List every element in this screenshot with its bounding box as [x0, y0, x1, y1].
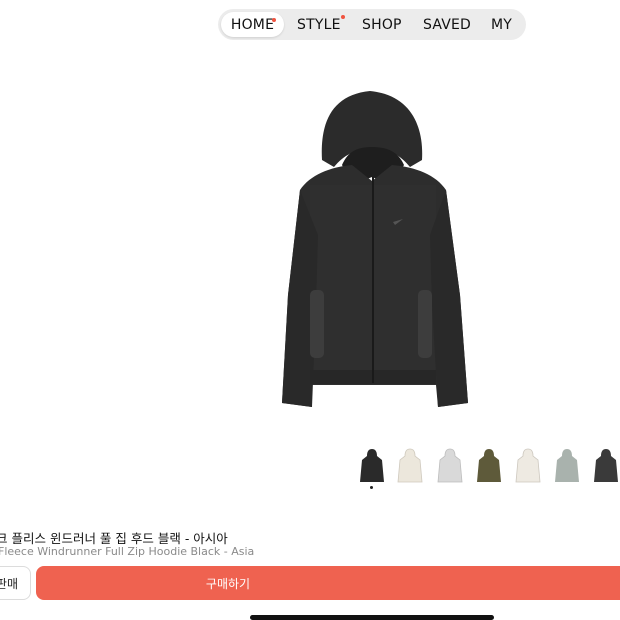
- tab-shop[interactable]: SHOP: [362, 9, 402, 40]
- tab-my-label: MY: [491, 16, 513, 33]
- black-hoodie-thumbnail[interactable]: [358, 448, 386, 484]
- tab-saved-label: SAVED: [423, 16, 472, 33]
- tab-shop-label: SHOP: [362, 16, 402, 33]
- top-nav: HOME STYLE SHOP SAVED MY: [218, 9, 526, 40]
- tab-home[interactable]: HOME: [221, 12, 284, 37]
- sell-button-label: 판매: [0, 576, 18, 591]
- sell-button[interactable]: 판매: [0, 566, 31, 600]
- olive-hoodie-thumbnail[interactable]: [475, 448, 503, 484]
- thumbnail-strip: [0, 448, 620, 488]
- buy-button-label: 구매하기: [205, 576, 251, 591]
- tab-home-label: HOME: [230, 16, 275, 33]
- black-zip-hoodie-image: [282, 91, 468, 407]
- notification-dot: [272, 18, 276, 22]
- tab-my[interactable]: MY: [491, 9, 512, 40]
- cream-hoodie-thumbnail[interactable]: [396, 448, 424, 484]
- tab-saved[interactable]: SAVED: [423, 9, 471, 40]
- home-indicator[interactable]: [250, 615, 494, 620]
- tab-style-label: STYLE: [297, 16, 341, 33]
- tab-style[interactable]: STYLE: [297, 9, 345, 40]
- white-hoodie-thumbnail[interactable]: [514, 448, 542, 484]
- product-title-en: Fleece Windrunner Full Zip Hoodie Black …: [0, 545, 255, 558]
- light-grey-hoodie-thumbnail[interactable]: [436, 448, 464, 484]
- sage-grey-hoodie-thumbnail[interactable]: [553, 448, 581, 484]
- charcoal-hoodie-thumbnail[interactable]: [592, 448, 620, 484]
- carousel-indicator-dot: [370, 486, 373, 489]
- notification-dot: [340, 15, 345, 19]
- buy-button[interactable]: 구매하기: [36, 566, 620, 600]
